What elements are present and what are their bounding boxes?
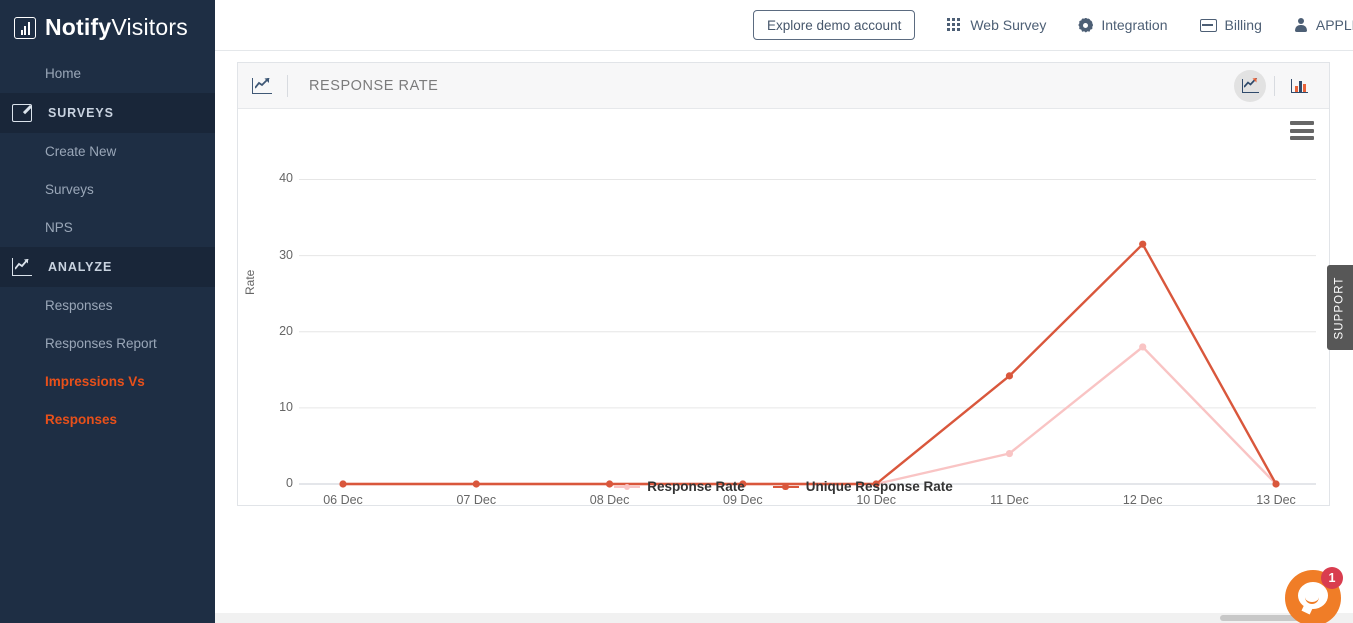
x-axis-tick: 12 Dec	[1122, 493, 1163, 507]
topbar-item-web-survey[interactable]: Web Survey	[947, 17, 1046, 33]
legend-label: Response Rate	[647, 479, 745, 494]
explore-demo-account-button[interactable]: Explore demo account	[753, 10, 916, 40]
app-root: NotifyVisitors Home SURVEYS Create New S…	[0, 0, 1353, 623]
brand-name: NotifyVisitors	[45, 14, 188, 41]
top-navigation-bar: Explore demo account Web Survey Integrat…	[215, 0, 1353, 51]
bar-chart-icon	[1290, 78, 1308, 93]
horizontal-scrollbar[interactable]	[215, 613, 1353, 623]
line-chart-icon	[1241, 77, 1259, 93]
topbar-item-web-survey-label: Web Survey	[970, 17, 1047, 33]
chart-area: Rate 0 10 20 30 40 06 Dec 07 Dec 08 Dec 09 Dec 1…	[238, 109, 1329, 507]
x-axis-tick: 09 Dec	[723, 493, 763, 507]
support-tab-label: SUPPORT	[1334, 275, 1346, 340]
legend-label: Unique Response Rate	[805, 479, 953, 494]
topbar-item-billing[interactable]: Billing	[1199, 17, 1262, 33]
chart-series	[339, 240, 1280, 488]
gear-icon	[1078, 18, 1093, 33]
line-chart-icon	[252, 77, 272, 94]
y-axis-tick: 10	[279, 399, 293, 414]
sidebar-section-analyze-label: ANALYZE	[48, 260, 113, 274]
x-axis-tick: 08 Dec	[589, 493, 630, 507]
toggle-divider	[1274, 75, 1275, 96]
chat-bubble-icon	[1298, 582, 1328, 609]
y-axis-tick: 40	[279, 171, 293, 186]
sidebar-section-analyze[interactable]: ANALYZE	[0, 247, 215, 287]
line-chart-icon	[12, 258, 32, 276]
sidebar: NotifyVisitors Home SURVEYS Create New S…	[0, 0, 215, 623]
x-axis-tick: 06 Dec	[323, 493, 363, 507]
y-axis-tick: 20	[279, 323, 293, 338]
x-axis-tick: 11 Dec	[990, 493, 1029, 507]
user-person-icon	[1294, 17, 1308, 33]
topbar-item-integration-label: Integration	[1101, 17, 1168, 33]
x-axis-tick: 07 Dec	[456, 493, 497, 507]
x-axis-tick: 13 Dec	[1256, 493, 1296, 507]
brand-name-bold: Notify	[45, 14, 112, 40]
sidebar-item-responses-report[interactable]: Responses Report	[0, 325, 215, 363]
legend-item-response-rate[interactable]: Response Rate	[614, 479, 745, 494]
topbar-item-account-label: APPLE	[1315, 17, 1353, 33]
response-rate-card: RESPONSE RATE Rate 0 10 20 30 40 06 Dec …	[237, 62, 1330, 507]
line-chart-plot	[299, 178, 1316, 488]
page-title: RESPONSE RATE	[309, 77, 439, 94]
x-axis-tick: 10 Dec	[856, 493, 896, 507]
brand-logo-block[interactable]: NotifyVisitors	[0, 0, 215, 55]
header-divider	[287, 74, 288, 97]
chat-unread-badge: 1	[1321, 567, 1343, 589]
topbar-item-billing-label: Billing	[1224, 17, 1262, 33]
topbar-item-account[interactable]: APPLE	[1294, 17, 1353, 33]
chat-bubble-button[interactable]: 1	[1285, 567, 1343, 623]
sidebar-item-home[interactable]: Home	[0, 55, 215, 93]
legend-marker	[772, 482, 799, 492]
chart-legend: Response Rate Unique Response Rate	[238, 479, 1329, 494]
brand-name-light: Visitors	[111, 14, 188, 40]
line-chart-view-button[interactable]	[1234, 69, 1266, 102]
sidebar-item-nps[interactable]: NPS	[0, 209, 215, 247]
grid-apps-icon	[947, 17, 962, 33]
chart-gridlines	[299, 178, 1316, 485]
chart-logo-icon	[14, 16, 36, 39]
legend-marker	[614, 482, 641, 492]
topbar-item-integration[interactable]: Integration	[1078, 17, 1168, 33]
card-header: RESPONSE RATE	[238, 63, 1329, 109]
credit-card-icon	[1199, 18, 1217, 32]
edit-square-icon	[12, 104, 32, 122]
sidebar-section-surveys[interactable]: SURVEYS	[0, 93, 215, 133]
sidebar-item-responses[interactable]: Responses	[0, 287, 215, 325]
legend-item-unique-response-rate[interactable]: Unique Response Rate	[772, 479, 953, 494]
chart-type-toggle-group	[1234, 69, 1315, 102]
support-tab[interactable]: SUPPORT	[1327, 265, 1353, 350]
bar-chart-view-button[interactable]	[1283, 70, 1315, 102]
sidebar-item-surveys[interactable]: Surveys	[0, 171, 215, 209]
sidebar-section-surveys-label: SURVEYS	[48, 106, 114, 120]
y-axis-tick: 30	[279, 247, 293, 262]
main-content: RESPONSE RATE Rate 0 10 20 30 40 06 Dec …	[215, 51, 1353, 623]
sidebar-item-impressions-vs-responses[interactable]: Impressions Vs Responses	[0, 363, 215, 427]
sidebar-item-create-new[interactable]: Create New	[0, 133, 215, 171]
